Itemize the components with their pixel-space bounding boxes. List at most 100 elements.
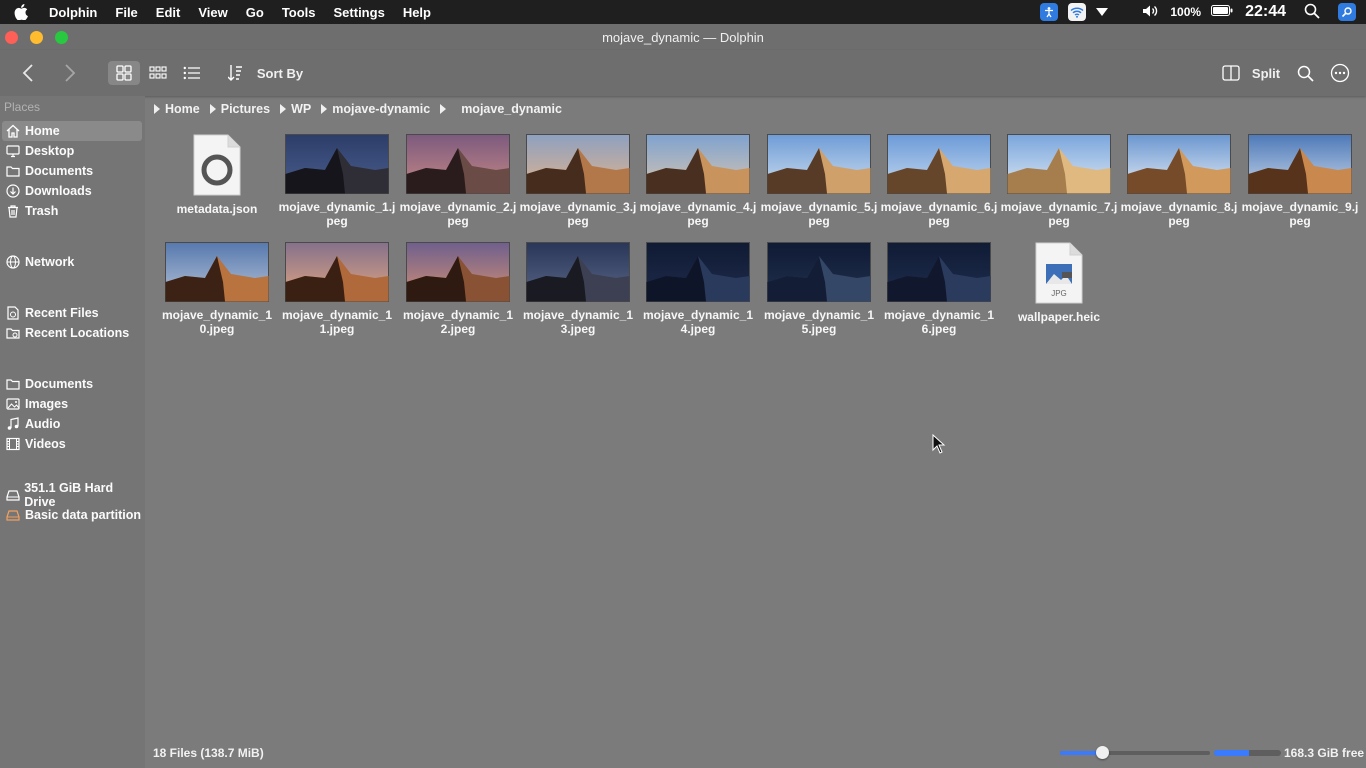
sidebar-item-home[interactable]: Home bbox=[2, 121, 142, 141]
hard-drive-icon bbox=[5, 487, 20, 503]
free-space-bar bbox=[1214, 750, 1281, 756]
sidebar-item-label: Documents bbox=[25, 377, 94, 391]
menu-edit[interactable]: Edit bbox=[147, 5, 190, 20]
menu-app-dolphin[interactable]: Dolphin bbox=[40, 5, 106, 20]
file-item[interactable]: mojave_dynamic_7.jpeg bbox=[1000, 134, 1118, 228]
zoom-slider-handle[interactable] bbox=[1096, 746, 1109, 759]
audio-icon bbox=[5, 416, 21, 432]
breadcrumb-mojave-dynamic[interactable]: mojave-dynamic bbox=[332, 102, 430, 116]
menu-tools[interactable]: Tools bbox=[273, 5, 325, 20]
search-button[interactable] bbox=[1293, 61, 1317, 85]
window-title: mojave_dynamic — Dolphin bbox=[602, 29, 764, 45]
forward-button[interactable] bbox=[58, 61, 82, 85]
sidebar-item-hard-drive[interactable]: 351.1 GiB Hard Drive bbox=[2, 481, 142, 509]
network-icon bbox=[5, 254, 21, 270]
file-item[interactable]: mojave_dynamic_13.jpeg bbox=[519, 242, 637, 336]
file-item[interactable]: mojave_dynamic_2.jpeg bbox=[399, 134, 517, 228]
image-thumbnail bbox=[165, 242, 269, 302]
image-thumbnail bbox=[526, 134, 630, 194]
sidebar-item-recent-files[interactable]: Recent Files bbox=[2, 303, 142, 323]
file-item[interactable]: mojave_dynamic_11.jpeg bbox=[278, 242, 396, 336]
image-thumbnail bbox=[767, 242, 871, 302]
sidebar-item-trash[interactable]: Trash bbox=[2, 201, 142, 221]
details-view-button[interactable] bbox=[176, 61, 208, 85]
sidebar-item-label: Recent Locations bbox=[25, 326, 130, 340]
breadcrumb-home[interactable]: Home bbox=[165, 102, 200, 116]
window-titlebar[interactable]: mojave_dynamic — Dolphin bbox=[0, 24, 1366, 50]
search-icon[interactable] bbox=[1304, 3, 1320, 22]
sidebar-item-documents[interactable]: Documents bbox=[2, 161, 142, 181]
file-item[interactable]: metadata.json bbox=[158, 134, 276, 216]
breadcrumb-arrow-icon[interactable] bbox=[321, 104, 328, 114]
sidebar-item-search-documents[interactable]: Documents bbox=[2, 374, 142, 394]
image-thumbnail bbox=[1248, 134, 1352, 194]
chevron-down-icon[interactable] bbox=[1096, 5, 1109, 19]
battery-icon[interactable] bbox=[1211, 5, 1233, 19]
file-item[interactable]: mojave_dynamic_14.jpeg bbox=[639, 242, 757, 336]
minimize-button[interactable] bbox=[30, 31, 43, 44]
menu-go[interactable]: Go bbox=[237, 5, 273, 20]
file-item[interactable]: mojave_dynamic_5.jpeg bbox=[760, 134, 878, 228]
documents-icon bbox=[5, 163, 21, 179]
breadcrumb-arrow-icon[interactable] bbox=[440, 104, 447, 114]
spotlight-tray-icon[interactable] bbox=[1338, 3, 1356, 21]
file-item[interactable]: mojave_dynamic_3.jpeg bbox=[519, 134, 637, 228]
sidebar-item-audio[interactable]: Audio bbox=[2, 414, 142, 434]
apple-icon[interactable] bbox=[14, 4, 28, 20]
more-options-button[interactable] bbox=[1328, 61, 1352, 85]
breadcrumb-wp[interactable]: WP bbox=[291, 102, 311, 116]
file-name: mojave_dynamic_15.jpeg bbox=[763, 308, 875, 336]
accessibility-tray-icon[interactable] bbox=[1040, 3, 1059, 21]
sidebar-item-downloads[interactable]: Downloads bbox=[2, 181, 142, 201]
sidebar-item-desktop[interactable]: Desktop bbox=[2, 141, 142, 161]
icons-view-button[interactable] bbox=[108, 61, 140, 85]
sidebar-item-label: Trash bbox=[25, 204, 59, 218]
breadcrumb-current[interactable]: mojave_dynamic bbox=[461, 102, 562, 116]
sidebar-item-label: Home bbox=[25, 124, 60, 138]
menu-help[interactable]: Help bbox=[394, 5, 440, 20]
split-button[interactable]: Split bbox=[1248, 61, 1284, 85]
menu-view[interactable]: View bbox=[189, 5, 236, 20]
split-view-icon-button[interactable] bbox=[1218, 61, 1244, 85]
file-item[interactable]: mojave_dynamic_10.jpeg bbox=[158, 242, 276, 336]
file-item[interactable]: mojave_dynamic_9.jpeg bbox=[1241, 134, 1359, 228]
sort-order-button[interactable] bbox=[224, 61, 248, 85]
clock[interactable]: 22:44 bbox=[1245, 3, 1286, 21]
file-item[interactable]: mojave_dynamic_6.jpeg bbox=[880, 134, 998, 228]
file-item[interactable]: mojave_dynamic_4.jpeg bbox=[639, 134, 757, 228]
status-summary: 18 Files (138.7 MiB) bbox=[153, 746, 264, 760]
sidebar-item-label: Desktop bbox=[25, 144, 75, 158]
zoom-slider[interactable] bbox=[1060, 746, 1210, 759]
breadcrumb-arrow-icon[interactable] bbox=[280, 104, 287, 114]
file-name: mojave_dynamic_13.jpeg bbox=[522, 308, 634, 336]
maximize-button[interactable] bbox=[55, 31, 68, 44]
sidebar-item-images[interactable]: Images bbox=[2, 394, 142, 414]
sidebar-item-network[interactable]: Network bbox=[2, 252, 142, 272]
sort-by-label: Sort By bbox=[256, 65, 304, 81]
file-item[interactable]: mojave_dynamic_1.jpeg bbox=[278, 134, 396, 228]
sidebar-item-recent-locations[interactable]: Recent Locations bbox=[2, 323, 142, 343]
back-button[interactable] bbox=[16, 61, 40, 85]
file-item[interactable]: mojave_dynamic_15.jpeg bbox=[760, 242, 878, 336]
grid-small-icon bbox=[149, 66, 167, 79]
wifi-icon[interactable] bbox=[1068, 3, 1087, 21]
sort-by-button[interactable]: Sort By bbox=[252, 61, 308, 85]
compact-view-button[interactable] bbox=[142, 61, 174, 85]
sidebar-item-partition[interactable]: Basic data partition bbox=[2, 505, 142, 525]
sidebar-item-label: Images bbox=[25, 397, 69, 411]
file-item[interactable]: JPG wallpaper.heic bbox=[1000, 242, 1118, 324]
menu-file[interactable]: File bbox=[106, 5, 146, 20]
menu-settings[interactable]: Settings bbox=[325, 5, 394, 20]
file-item[interactable]: mojave_dynamic_8.jpeg bbox=[1120, 134, 1238, 228]
image-thumbnail bbox=[887, 242, 991, 302]
sidebar-item-videos[interactable]: Videos bbox=[2, 434, 142, 454]
breadcrumb-arrow-icon[interactable] bbox=[154, 104, 160, 114]
volume-icon[interactable] bbox=[1142, 4, 1160, 21]
file-item[interactable]: mojave_dynamic_12.jpeg bbox=[399, 242, 517, 336]
close-button[interactable] bbox=[5, 31, 18, 44]
chevron-left-icon bbox=[22, 64, 33, 82]
partition-icon bbox=[5, 507, 21, 523]
breadcrumb-pictures[interactable]: Pictures bbox=[221, 102, 270, 116]
file-item[interactable]: mojave_dynamic_16.jpeg bbox=[880, 242, 998, 336]
breadcrumb-arrow-icon[interactable] bbox=[209, 104, 216, 114]
